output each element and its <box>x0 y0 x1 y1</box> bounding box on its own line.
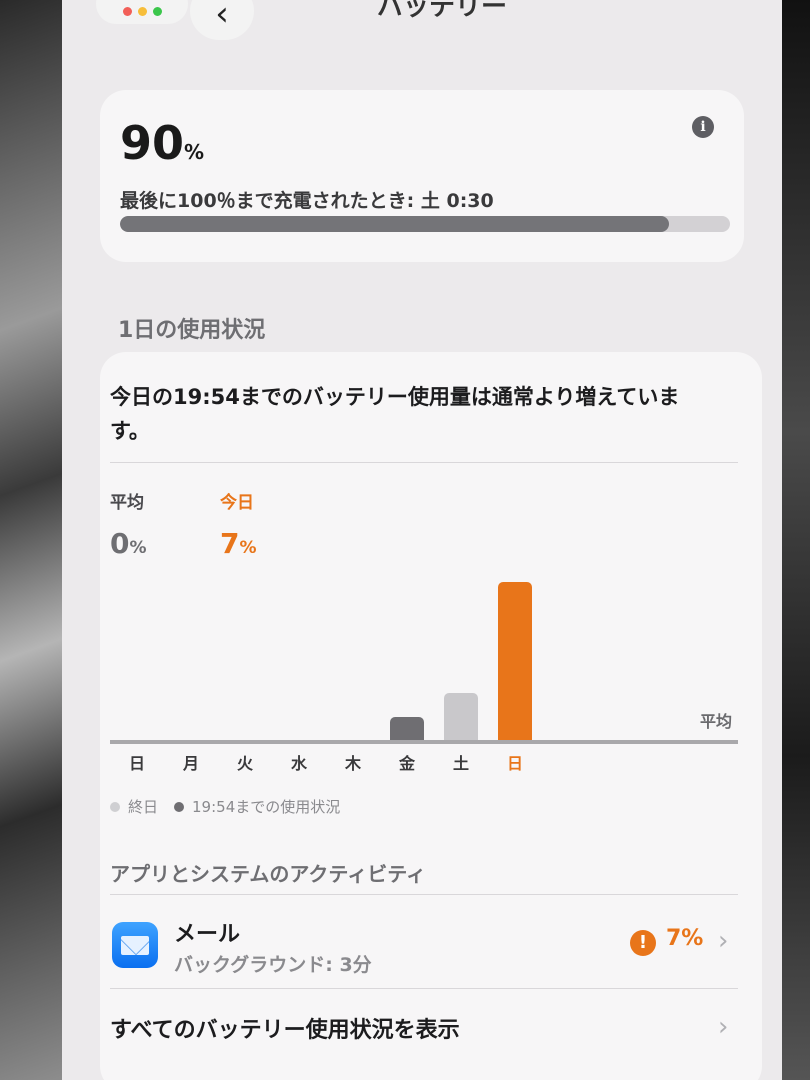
show-all-usage-link[interactable]: すべてのバッテリー使用状況を表示 <box>110 1012 460 1044</box>
photo-edge-right <box>782 0 810 1080</box>
chart-day-label: 水 <box>290 754 307 773</box>
window-controls[interactable] <box>96 0 188 24</box>
usage-card: 今日の19:54までのバッテリー使用量は通常より増えています。 平均 0% 今日… <box>100 352 762 1080</box>
battery-level: 90% <box>120 116 204 170</box>
chart-legend: 終日 19:54までの使用状況 <box>110 796 340 817</box>
today-stat: 今日 7% <box>220 488 257 560</box>
alert-icon: ! <box>630 930 656 956</box>
chart-day-label: 金 <box>398 754 415 773</box>
average-line-label: 平均 <box>700 712 733 731</box>
today-value: 7% <box>220 527 257 560</box>
legend-dot-until <box>174 801 185 812</box>
chart-bar <box>444 693 478 740</box>
battery-level-fill <box>120 216 669 232</box>
chart-bar <box>390 717 424 740</box>
activity-section-title: アプリとシステムのアクティビティ <box>110 862 426 886</box>
average-label: 平均 <box>110 493 144 513</box>
legend-dot-full-day <box>110 801 120 812</box>
divider <box>110 894 738 895</box>
today-number: 7 <box>220 527 240 560</box>
chart-day-label: 木 <box>344 754 361 773</box>
legend-full-day: 終日 <box>128 798 159 816</box>
photo-edge-left <box>0 0 62 1080</box>
zoom-dot[interactable] <box>152 6 162 16</box>
mail-icon <box>112 922 158 968</box>
average-number: 0 <box>110 527 130 560</box>
usage-notice: 今日の19:54までのバッテリー使用量は通常より増えています。 <box>110 385 680 443</box>
legend-until: 19:54までの使用状況 <box>192 798 341 816</box>
chart-day-label: 日 <box>506 754 523 773</box>
page-title: バッテリー <box>376 0 507 22</box>
today-label: 今日 <box>220 493 254 513</box>
average-value: 0% <box>110 527 147 560</box>
chart-day-label: 日 <box>128 754 145 773</box>
today-unit: % <box>239 538 257 558</box>
usage-bar-chart[interactable]: 平均 日 月 火 水 木 金 土 日 <box>110 574 738 774</box>
average-stat: 平均 0% <box>110 488 147 560</box>
chart-day-label: 月 <box>182 754 199 773</box>
info-icon[interactable]: i <box>692 116 714 138</box>
chevron-right-icon[interactable]: › <box>718 1012 728 1042</box>
divider <box>110 462 738 463</box>
app-row-mail[interactable]: メール バックグラウンド: 3分 ! 7% › <box>110 912 738 982</box>
battery-level-unit: % <box>184 140 205 164</box>
battery-level-bar <box>120 216 730 232</box>
chart-bar <box>498 582 532 740</box>
chevron-left-icon: ‹ <box>215 0 229 34</box>
chevron-right-icon: › <box>718 926 729 956</box>
chart-day-label: 土 <box>452 754 469 773</box>
usage-section-title: 1日の使用状況 <box>118 318 266 343</box>
chart-baseline <box>110 740 738 744</box>
app-percent: 7% <box>666 926 704 951</box>
back-button[interactable]: ‹ <box>190 0 254 40</box>
battery-screen: ‹ バッテリー 90% i 最後に100％まで充電されたとき: 土 0:30 1… <box>62 0 782 1080</box>
average-unit: % <box>129 538 147 558</box>
divider <box>110 988 738 989</box>
chart-day-label: 火 <box>236 754 253 773</box>
last-full-charge: 最後に100％まで充電されたとき: 土 0:30 <box>120 190 494 212</box>
minimize-dot[interactable] <box>137 6 147 16</box>
battery-level-card: 90% i 最後に100％まで充電されたとき: 土 0:30 <box>100 90 744 262</box>
close-dot[interactable] <box>122 6 132 16</box>
envelope-glyph <box>121 935 149 955</box>
battery-level-value: 90 <box>120 116 185 170</box>
app-detail: バックグラウンド: 3分 <box>174 954 372 976</box>
app-name: メール <box>174 922 241 947</box>
